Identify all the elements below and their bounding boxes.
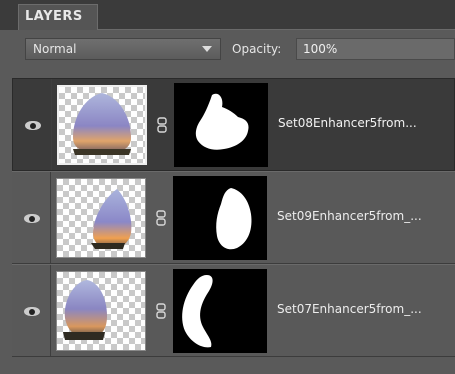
layer-mask-thumbnail[interactable] <box>173 269 267 353</box>
layer-row[interactable]: Set07Enhancer5from_... <box>12 264 455 357</box>
visibility-toggle[interactable] <box>12 265 51 356</box>
layer-thumbnail[interactable] <box>57 85 147 165</box>
layer-name[interactable]: Set09Enhancer5from_... <box>277 209 455 223</box>
blend-mode-value: Normal <box>33 42 77 56</box>
opacity-input[interactable]: 100% <box>296 38 455 60</box>
eye-icon[interactable] <box>25 121 41 130</box>
layer-name[interactable]: Set08Enhancer5from... <box>278 116 455 130</box>
layer-name[interactable]: Set07Enhancer5from_... <box>277 302 455 316</box>
chain-link-icon[interactable] <box>156 303 166 319</box>
visibility-toggle[interactable] <box>13 79 52 170</box>
chain-link-icon[interactable] <box>157 117 167 133</box>
layers-panel: LAYERS Normal Opacity: 100% Set08Enhance… <box>0 0 455 374</box>
sky-image-thumbnail <box>63 280 107 340</box>
layer-mask-thumbnail[interactable] <box>173 176 267 260</box>
opacity-label: Opacity: <box>232 42 282 56</box>
layer-row[interactable]: Set09Enhancer5from_... <box>12 171 455 264</box>
mask-shape <box>195 93 249 150</box>
tab-layers[interactable]: LAYERS <box>18 4 98 30</box>
layer-row[interactable]: Set08Enhancer5from... <box>12 78 455 171</box>
visibility-toggle[interactable] <box>12 172 51 263</box>
sky-image-thumbnail <box>91 189 132 249</box>
chain-link-icon[interactable] <box>156 210 166 226</box>
blend-mode-select[interactable]: Normal <box>25 38 221 60</box>
mask-shape <box>216 188 252 250</box>
chevron-down-icon <box>202 46 212 52</box>
panel-header: LAYERS <box>0 0 455 30</box>
eye-icon[interactable] <box>24 307 40 316</box>
layer-thumbnail[interactable] <box>56 271 146 351</box>
mask-shape <box>182 275 213 348</box>
layer-thumbnail[interactable] <box>56 178 146 258</box>
layer-mask-thumbnail[interactable] <box>174 83 268 167</box>
eye-icon[interactable] <box>24 214 40 223</box>
layer-options-bar: Normal Opacity: 100% <box>0 30 455 72</box>
sky-image-thumbnail <box>73 93 131 155</box>
